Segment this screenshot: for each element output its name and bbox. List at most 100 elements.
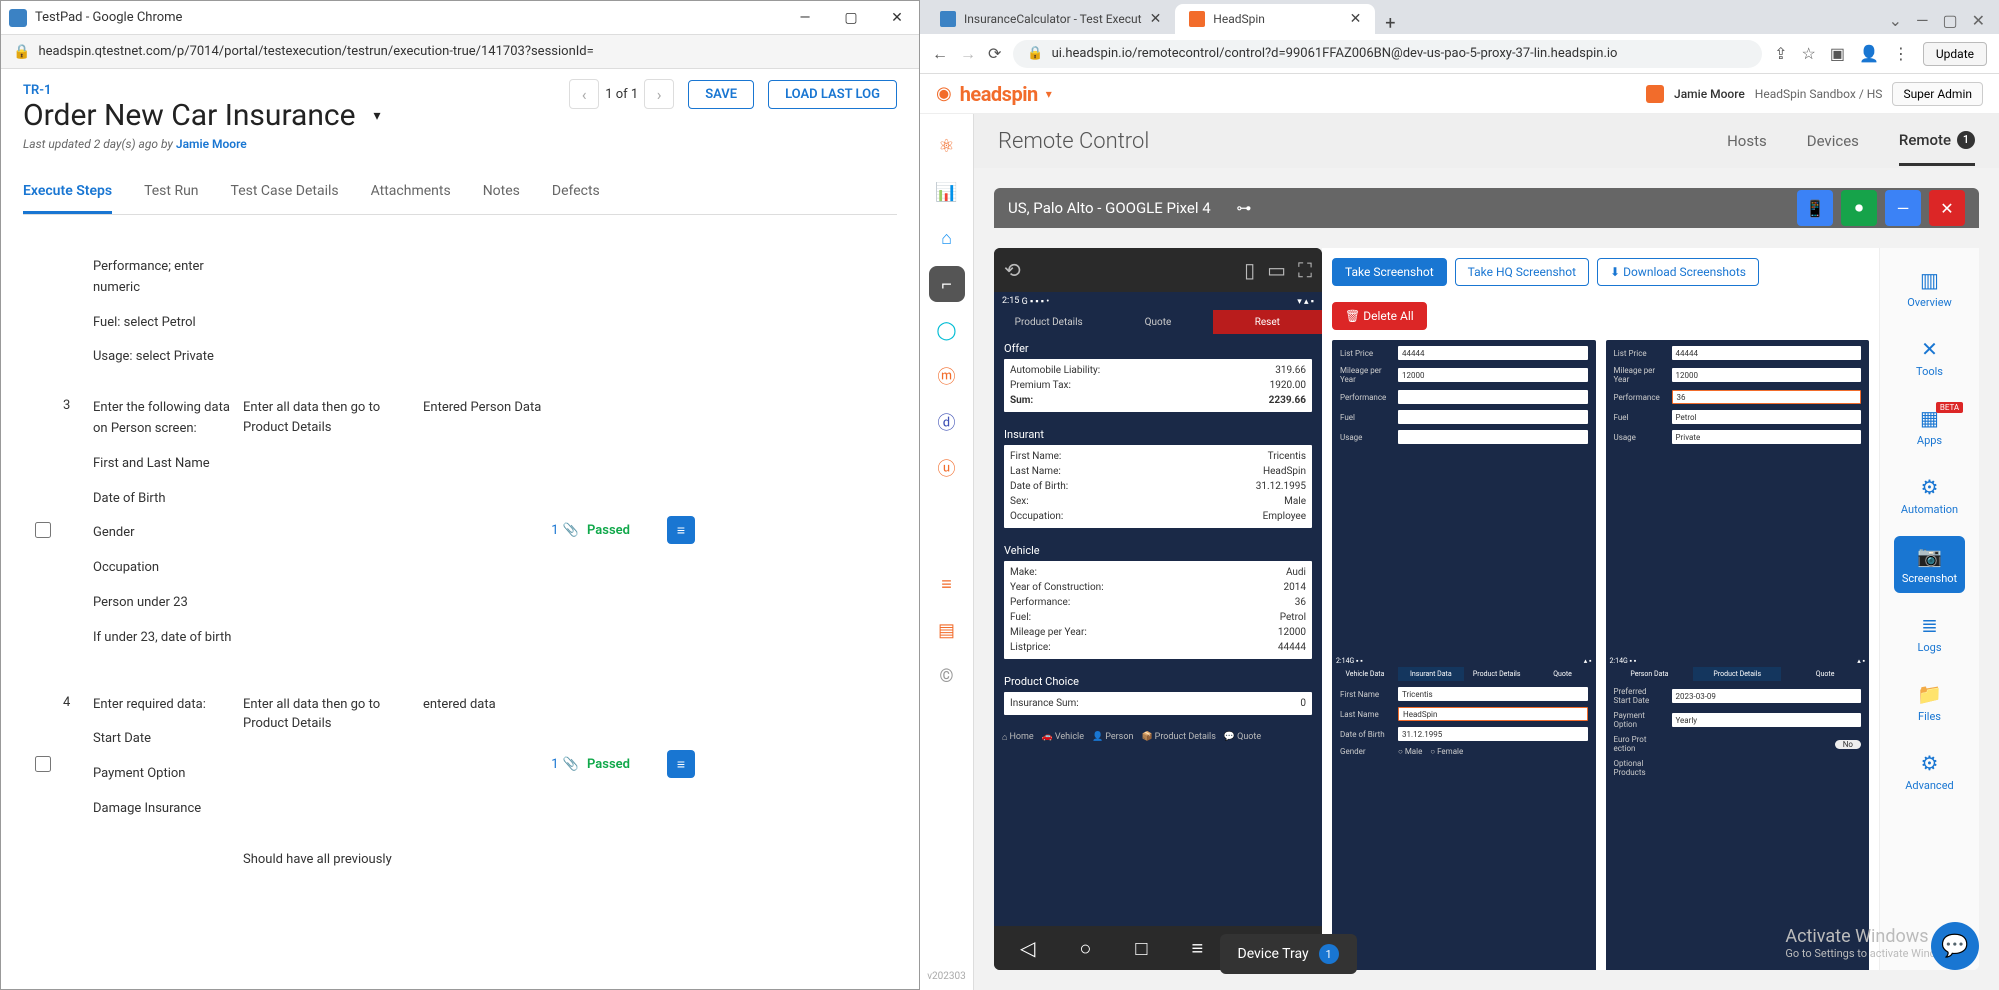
minimize-button[interactable]: — [1916, 11, 1929, 30]
tab-defects[interactable]: Defects [552, 171, 600, 214]
tab-test-run[interactable]: Test Run [144, 171, 198, 214]
step-checkbox[interactable] [35, 522, 51, 538]
nav-vehicle[interactable]: 🚗 Vehicle [1042, 732, 1084, 742]
screenshot-thumbnail[interactable]: 2:14 G ▪ ▪▴ ▪ Person Data Product Detail… [1606, 655, 1870, 970]
nav-person[interactable]: 👤 Person [1092, 732, 1133, 742]
sidebar-doc-icon[interactable]: ▤ [929, 612, 965, 648]
tab-attachments[interactable]: Attachments [371, 171, 451, 214]
sidebar-home-icon[interactable]: ⌂ [929, 220, 965, 256]
doc-icon[interactable]: ≡ [667, 750, 695, 778]
rotate-icon[interactable]: ⟲ [1004, 258, 1021, 282]
reload-button[interactable]: ⟳ [988, 44, 1001, 63]
tool-tools[interactable]: ✕Tools [1908, 329, 1951, 386]
tab-close-icon[interactable]: ✕ [1150, 11, 1162, 27]
home-icon[interactable]: ○ [1079, 936, 1091, 961]
address-bar[interactable]: 🔒 headspin.qtestnet.com/p/7014/portal/te… [1, 35, 919, 69]
device-tray[interactable]: Device Tray 1 [1220, 934, 1357, 974]
phone-tab[interactable]: Quote [1103, 310, 1212, 334]
tool-overview[interactable]: ▥Overview [1899, 260, 1960, 317]
sidebar-p-icon[interactable]: ◯ [929, 312, 965, 348]
close-button[interactable]: ✕ [883, 6, 911, 30]
record-button[interactable]: ⏺ [1841, 190, 1877, 226]
extension-icon[interactable]: ▣ [1830, 44, 1845, 63]
phone-tab[interactable]: Product Details [994, 310, 1103, 334]
tool-files[interactable]: 📁Files [1909, 674, 1950, 731]
sidebar-copyright-icon[interactable]: © [929, 658, 965, 694]
load-last-log-button[interactable]: LOAD LAST LOG [768, 80, 897, 109]
prev-button[interactable]: ‹ [569, 79, 599, 109]
minimize-device-button[interactable]: — [1885, 190, 1921, 226]
profile-icon[interactable]: 👤 [1859, 44, 1879, 63]
close-device-button[interactable]: ✕ [1929, 190, 1965, 226]
tab-close-icon[interactable]: ✕ [1350, 11, 1362, 27]
chat-bubble[interactable]: 💬 [1931, 922, 1979, 970]
download-screenshots-button[interactable]: ⬇ Download Screenshots [1597, 258, 1759, 286]
nav-quote[interactable]: 💬 Quote [1224, 732, 1261, 742]
step-attachment[interactable]: 1 📎 [543, 398, 587, 662]
headspin-logo[interactable]: ◉ headspin ▾ [936, 82, 1052, 106]
tab-hosts[interactable]: Hosts [1727, 117, 1767, 166]
step-attachment[interactable]: 1 📎 [543, 695, 587, 834]
sidebar-remote-icon[interactable]: ⌐ [929, 266, 965, 302]
phone-tab-reset[interactable]: Reset [1213, 310, 1322, 334]
recents-icon[interactable]: □ [1135, 936, 1147, 961]
doc-icon[interactable]: ≡ [667, 516, 695, 544]
portrait-icon[interactable]: ▯ [1244, 258, 1255, 282]
sidebar-network-icon[interactable]: ⚛ [929, 128, 965, 164]
user-name[interactable]: Jamie Moore [1674, 87, 1745, 101]
tool-automation[interactable]: ⚙Automation [1893, 467, 1966, 524]
tab-execute-steps[interactable]: Execute Steps [23, 171, 112, 214]
next-button[interactable]: › [644, 79, 674, 109]
fullscreen-icon[interactable]: ⛶ [1298, 258, 1312, 282]
sidebar-d-icon[interactable]: ⓓ [929, 404, 965, 440]
screenshot-thumbnail[interactable]: List Price44444 Mileage per Year12000 Pe… [1606, 340, 1870, 706]
landscape-icon[interactable]: ▭ [1267, 258, 1286, 282]
author-link[interactable]: Jamie Moore [176, 137, 247, 151]
tab-devices[interactable]: Devices [1807, 117, 1859, 166]
tool-screenshot[interactable]: 📷Screenshot [1894, 536, 1965, 593]
screenshot-thumbnail[interactable]: List Price44444 Mileage per Year12000 Pe… [1332, 340, 1596, 706]
minimize-button[interactable]: — [791, 6, 819, 30]
menu-icon[interactable]: ≡ [1192, 936, 1204, 961]
delete-all-button[interactable]: 🗑 Delete All [1332, 302, 1427, 330]
phone-screen[interactable]: 2:15 G ▪ ▪ ▪ • ▾ ▴ ▪ Product Details Quo… [994, 292, 1322, 926]
update-button[interactable]: Update [1923, 42, 1987, 66]
tool-advanced[interactable]: ⚙Advanced [1897, 743, 1961, 800]
nav-product[interactable]: 📦 Product Details [1141, 732, 1215, 742]
maximize-button[interactable]: ▢ [1942, 11, 1957, 30]
close-button[interactable]: ✕ [1972, 11, 1985, 30]
window-dropdown-icon[interactable]: ⌄ [1889, 11, 1902, 30]
phone-button[interactable]: 📱 [1797, 190, 1833, 226]
take-hq-screenshot-button[interactable]: Take HQ Screenshot [1455, 258, 1589, 286]
sidebar-u-icon[interactable]: ⓤ [929, 450, 965, 486]
tab-notes[interactable]: Notes [483, 171, 520, 214]
menu-icon[interactable]: ⋮ [1893, 44, 1909, 63]
maximize-button[interactable]: ▢ [837, 6, 865, 30]
browser-tab[interactable]: InsuranceCalculator - Test Execut ✕ [926, 4, 1175, 34]
screenshot-thumbnail[interactable]: 2:14 G ▪ ▪▴ ▪ Vehicle Data Insurant Data… [1332, 655, 1596, 970]
tab-favicon-icon [1189, 11, 1205, 27]
back-icon[interactable]: ◁ [1020, 936, 1035, 960]
back-button[interactable]: ← [932, 44, 948, 64]
sidebar-chart-icon[interactable]: 📊 [929, 174, 965, 210]
new-tab-button[interactable]: + [1375, 13, 1405, 34]
bookmark-icon[interactable]: ☆ [1802, 44, 1816, 63]
super-admin-button[interactable]: Super Admin [1892, 82, 1983, 106]
tool-logs[interactable]: ≣Logs [1909, 605, 1949, 662]
step-actual: entered data [423, 695, 543, 834]
forward-button[interactable]: → [960, 44, 976, 64]
address-bar[interactable]: 🔒 ui.headspin.io/remotecontrol/control?d… [1013, 40, 1762, 68]
take-screenshot-button[interactable]: Take Screenshot [1332, 258, 1447, 286]
tab-remote[interactable]: Remote 1 [1899, 117, 1975, 166]
tool-apps[interactable]: BETA▦Apps [1909, 398, 1950, 455]
step-checkbox[interactable] [35, 756, 51, 772]
nav-home[interactable]: ⌂ Home [1002, 732, 1034, 743]
sidebar-list-icon[interactable]: ≡ [929, 566, 965, 602]
tab-test-case-details[interactable]: Test Case Details [231, 171, 339, 214]
share-icon[interactable]: ⇪ [1774, 44, 1787, 63]
browser-tab[interactable]: HeadSpin ✕ [1175, 4, 1375, 34]
chevron-down-icon[interactable]: ▾ [1046, 87, 1052, 101]
sidebar-m-icon[interactable]: ⓜ [929, 358, 965, 394]
dropdown-caret-icon[interactable]: ▾ [374, 108, 381, 124]
save-button[interactable]: SAVE [688, 80, 754, 109]
